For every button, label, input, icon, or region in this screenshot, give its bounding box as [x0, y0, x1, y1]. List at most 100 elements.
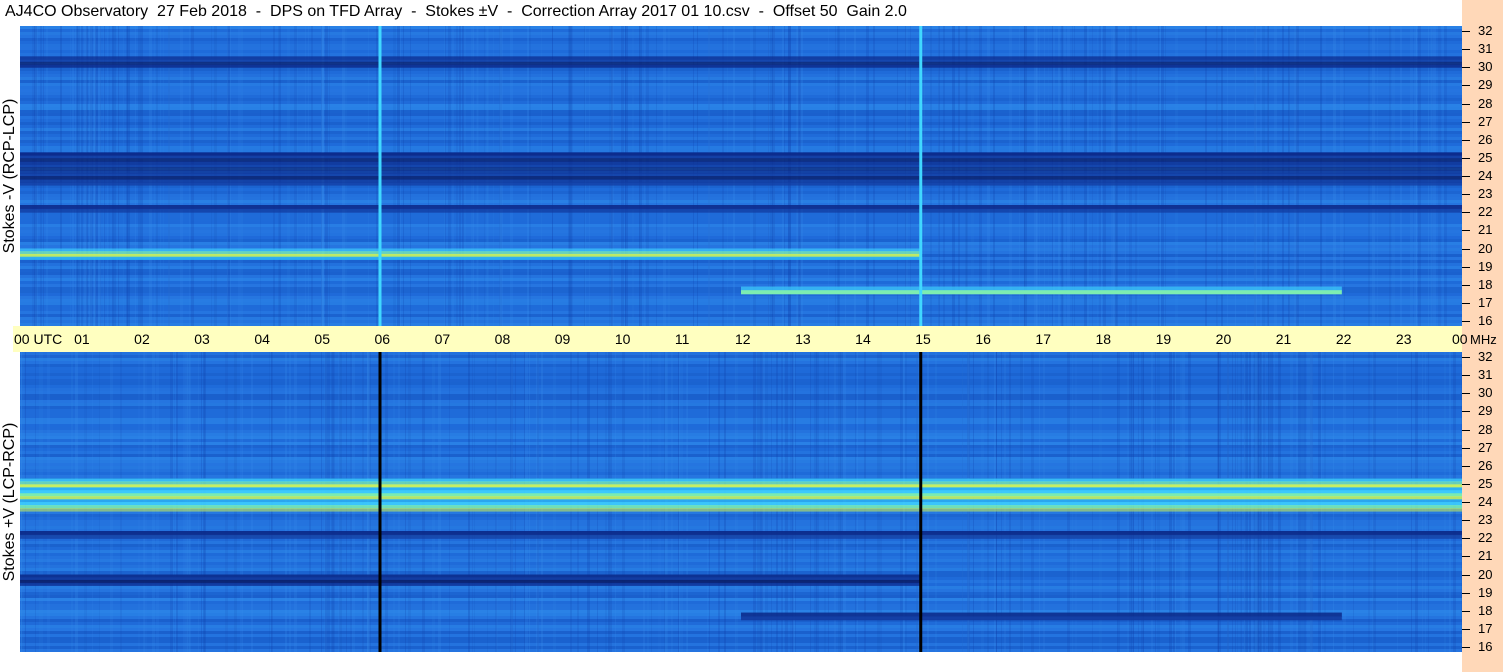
freq-tick-mark — [1462, 85, 1470, 86]
spectrogram-band — [20, 502, 1462, 506]
spectrogram-row — [20, 113, 1462, 116]
time-tick-label: 15 — [915, 331, 931, 347]
spectrogram-row — [20, 308, 1462, 311]
bottom-spectrogram-svg — [20, 352, 1462, 652]
spectrogram-band — [20, 256, 922, 260]
time-tick-label: 00 UTC — [14, 331, 63, 347]
spectrogram-row — [20, 44, 1462, 47]
spectrogram-row — [20, 317, 1462, 320]
spectrogram-row — [20, 137, 1462, 140]
spectrogram-row — [20, 29, 1462, 32]
spectrogram-row — [20, 272, 1462, 275]
spectrogram-row — [20, 101, 1462, 104]
spectrogram-row — [20, 143, 1462, 146]
freq-tick-mark — [1462, 502, 1470, 503]
time-tick-label: 11 — [674, 331, 690, 347]
spectrogram-vertical-line — [919, 26, 923, 326]
freq-tick-label: 25 — [1478, 476, 1493, 491]
freq-tick-label: 23 — [1478, 512, 1493, 527]
spectrogram-row — [20, 77, 1462, 80]
spectrogram-row — [20, 119, 1462, 122]
spectrogram-row — [20, 128, 1462, 131]
spectrogram-vertical-line — [378, 352, 382, 652]
freq-tick-mark — [1462, 285, 1470, 286]
freq-tick-label: 18 — [1478, 603, 1493, 618]
spectrogram-row — [20, 296, 1462, 299]
spectrogram-band — [20, 499, 1462, 503]
spectrogram-row — [20, 53, 1462, 56]
freq-tick-label: 20 — [1478, 241, 1493, 256]
spectrogram-row — [20, 191, 1462, 194]
spectrogram-row — [20, 74, 1462, 77]
spectrogram-row — [20, 35, 1462, 38]
spectrogram-row — [20, 188, 1462, 191]
spectrogram-band — [20, 531, 1462, 536]
freq-tick-mark — [1462, 629, 1470, 630]
spectrogram-band — [20, 164, 1462, 168]
spectrogram-row — [20, 32, 1462, 35]
spectrogram-row — [20, 26, 1462, 29]
spectrogram-row — [20, 278, 1462, 281]
time-tick-label: 07 — [434, 331, 451, 347]
spectrogram-band — [20, 64, 1462, 68]
spectrogram-row — [20, 41, 1462, 44]
freq-tick-mark — [1462, 448, 1470, 449]
top-spectrogram — [20, 26, 1462, 326]
freq-tick-mark — [1462, 49, 1470, 50]
time-axis: 00 UTC 01 02 03 04 05 06 07 08 09 10 11 12 13 14 15 16 17… — [0, 326, 1503, 352]
spectrogram-row — [20, 107, 1462, 110]
spectrogram-band — [20, 490, 1462, 494]
spectrogram-vertical-line — [378, 26, 382, 326]
freq-tick-mark — [1462, 104, 1470, 105]
spectrogram-row — [20, 242, 1462, 245]
freq-tick-mark — [1462, 411, 1470, 412]
spectrogram-band — [741, 290, 1342, 295]
spectrogram-band — [20, 505, 1462, 509]
spectrogram-band — [20, 176, 1462, 180]
spectrogram-row — [20, 149, 1462, 152]
spectrogram-row — [20, 239, 1462, 242]
time-tick-label: 20 — [1215, 331, 1232, 347]
spectrogram-row — [20, 92, 1462, 95]
freq-tick-label: 32 — [1478, 23, 1493, 38]
spectrogram-row — [20, 146, 1462, 149]
spectrogram-row — [20, 233, 1462, 236]
spectrogram-band — [20, 173, 1462, 177]
time-tick-label: 13 — [795, 331, 811, 347]
time-tick-label: 09 — [554, 331, 571, 347]
freq-tick-mark — [1462, 393, 1470, 394]
time-tick-label: 14 — [855, 331, 871, 347]
freq-tick-mark — [1462, 230, 1470, 231]
freq-tick-mark — [1462, 303, 1470, 304]
freq-tick-mark — [1462, 176, 1470, 177]
spectrogram-band — [20, 534, 1462, 539]
spectrogram-band — [20, 155, 1462, 159]
chart-title: AJ4CO Observatory 27 Feb 2018 - DPS on T… — [5, 3, 907, 20]
spectrogram-row — [20, 221, 1462, 224]
frequency-unit-label: MHz — [1470, 332, 1497, 347]
spectrogram-row — [20, 266, 1462, 269]
freq-tick-label: 19 — [1478, 259, 1493, 274]
freq-tick-mark — [1462, 593, 1470, 594]
spectrogram-row — [20, 227, 1462, 230]
spectrogram-band — [20, 481, 1462, 485]
top-panel-ylabel: Stokes -V (RCP-LCP) — [1, 98, 18, 254]
spectrogram-row — [20, 224, 1462, 227]
spectrogram-band — [20, 487, 1462, 491]
freq-tick-label: 20 — [1478, 567, 1493, 582]
spectrogram-row — [20, 263, 1462, 266]
spectrogram-row — [20, 314, 1462, 317]
time-tick-label: 19 — [1155, 331, 1172, 347]
spectrogram-band — [20, 582, 922, 586]
freq-tick-label: 24 — [1478, 168, 1493, 183]
freq-tick-label: 25 — [1478, 150, 1493, 165]
freq-tick-label: 30 — [1478, 59, 1493, 74]
freq-tick-label: 22 — [1478, 204, 1493, 219]
freq-tick-mark — [1462, 466, 1470, 467]
spectrogram-row — [20, 218, 1462, 221]
freq-tick-label: 21 — [1478, 222, 1493, 237]
freq-tick-mark — [1462, 430, 1470, 431]
spectrogram-band — [20, 182, 1462, 186]
spectrogram-row — [20, 98, 1462, 101]
freq-tick-mark — [1462, 321, 1470, 322]
